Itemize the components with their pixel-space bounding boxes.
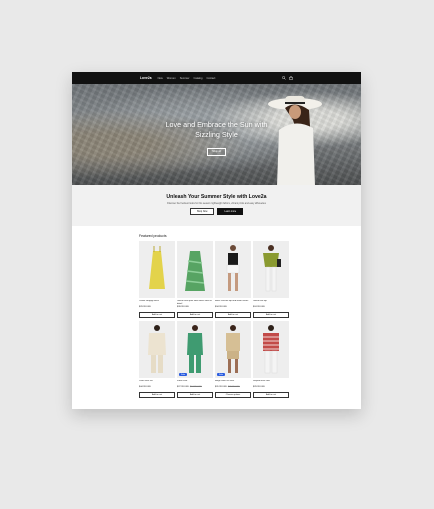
product-grid: Yellow strappy dress $29.99 USD Add to c…	[139, 241, 294, 398]
product-image[interactable]: Sale	[215, 321, 251, 378]
add-to-cart-button[interactable]: Add to cart	[215, 312, 251, 318]
product-garment	[263, 253, 279, 267]
add-to-cart-button[interactable]: Add to cart	[253, 312, 289, 318]
cart-icon[interactable]	[289, 76, 293, 80]
product-garment	[263, 333, 279, 351]
product-image[interactable]	[139, 321, 175, 378]
product-name[interactable]: Striped linen shirt	[253, 380, 289, 386]
browser-page: Love2a New Women Summer Catalog Contact	[72, 72, 361, 409]
product-card[interactable]: Striped linen shirt $29.99 USD Add to ca…	[253, 321, 289, 398]
product-garment	[228, 253, 238, 265]
product-card[interactable]: Black crochet top and white shorts $34.9…	[215, 241, 251, 318]
add-to-cart-button[interactable]: Add to cart	[177, 392, 213, 398]
hero-content: Love and Embrace the Sun with Sizzling S…	[72, 120, 361, 157]
add-to-cart-button[interactable]: Add to cart	[177, 312, 213, 318]
product-price: $44.99 USD	[139, 386, 151, 389]
search-icon[interactable]	[282, 76, 286, 80]
product-image[interactable]	[253, 241, 289, 298]
nav-links: New Women Summer Catalog Contact	[158, 77, 216, 80]
sale-badge: Sale	[179, 373, 188, 376]
product-price: $31.99 USD$39.99 USD	[215, 386, 240, 389]
sale-badge: Sale	[217, 373, 226, 376]
product-price: $29.99 USD	[253, 386, 265, 389]
product-card[interactable]: Green knit top $24.99 USD Add to cart	[253, 241, 289, 318]
product-price: $34.99 USD	[215, 306, 227, 309]
promo-title: Unleash Your Summer Style with Love2a	[166, 194, 267, 200]
choose-options-button[interactable]: Choose options	[215, 392, 251, 398]
hero-shop-button[interactable]: Shop all	[207, 147, 226, 156]
add-to-cart-button[interactable]: Add to cart	[253, 392, 289, 398]
product-garment	[149, 251, 165, 289]
product-garment	[226, 333, 240, 351]
product-card[interactable]: Yellow strappy dress $29.99 USD Add to c…	[139, 241, 175, 318]
hero-title: Love and Embrace the Sun with Sizzling S…	[165, 120, 268, 139]
product-garment	[187, 333, 203, 355]
nav-link-women[interactable]: Women	[167, 77, 176, 80]
promo-buttons: Shop Now Learn more	[72, 208, 361, 215]
product-image[interactable]: Sale	[177, 321, 213, 378]
nav-link-new[interactable]: New	[158, 77, 163, 80]
featured-title: Featured products	[139, 234, 167, 238]
product-name[interactable]: Yellow strappy dress	[139, 300, 175, 306]
product-image[interactable]	[139, 241, 175, 298]
product-card[interactable]: Sale Beige linen set shirt $31.99 USD$39…	[215, 321, 251, 398]
brand-logo[interactable]: Love2a	[140, 76, 152, 80]
product-name[interactable]: Black crochet top and white shorts	[215, 300, 251, 306]
product-card[interactable]: Linen shirt set $44.99 USD Add to cart	[139, 321, 175, 398]
nav-link-summer[interactable]: Summer	[180, 77, 190, 80]
product-image[interactable]	[177, 241, 213, 298]
product-price: $27.99 USD$34.99 USD	[177, 386, 202, 389]
product-card[interactable]: Sale Floral shirt $27.99 USD$34.99 USD A…	[177, 321, 213, 398]
learn-more-button[interactable]: Learn more	[217, 208, 244, 215]
product-garment	[148, 333, 166, 355]
nav-icons	[282, 76, 293, 80]
add-to-cart-button[interactable]: Add to cart	[139, 312, 175, 318]
nav-link-contact[interactable]: Contact	[206, 77, 215, 80]
product-name[interactable]: Green floral print linen dress with tie …	[177, 300, 213, 306]
product-price: $29.99 USD	[139, 306, 151, 309]
promo-section: Unleash Your Summer Style with Love2a Di…	[72, 185, 361, 226]
product-image[interactable]	[253, 321, 289, 378]
promo-text: Discover the freshest looks for this sea…	[167, 203, 266, 205]
product-name[interactable]: Green knit top	[253, 300, 289, 306]
product-name[interactable]: Floral shirt	[177, 380, 213, 386]
product-card[interactable]: Green floral print linen dress with tie …	[177, 241, 213, 318]
add-to-cart-button[interactable]: Add to cart	[139, 392, 175, 398]
product-price: $24.99 USD	[253, 306, 265, 309]
product-price: $39.99 USD	[177, 306, 189, 309]
product-image[interactable]	[215, 241, 251, 298]
hero-banner: Love and Embrace the Sun with Sizzling S…	[72, 84, 361, 185]
featured-products-section: Featured products Yellow strappy dress $…	[72, 226, 361, 398]
product-name[interactable]: Linen shirt set	[139, 380, 175, 386]
top-nav: Love2a New Women Summer Catalog Contact	[72, 72, 361, 84]
nav-link-catalog[interactable]: Catalog	[194, 77, 203, 80]
product-name[interactable]: Beige linen set shirt	[215, 380, 251, 386]
shop-now-button[interactable]: Shop Now	[189, 208, 215, 215]
